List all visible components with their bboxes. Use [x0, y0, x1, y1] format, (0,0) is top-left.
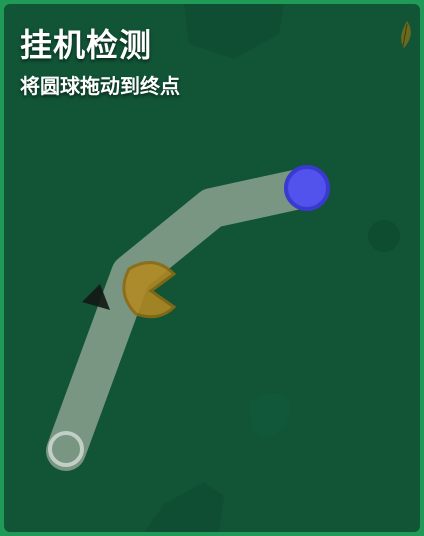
page-title: 挂机检测	[20, 26, 153, 64]
draggable-ball[interactable]	[284, 165, 330, 211]
bg-decoration-mid	[249, 392, 290, 438]
pacman-obstacle	[122, 261, 177, 319]
bg-decoration-top	[184, 4, 284, 59]
bg-decoration-bottom	[144, 482, 224, 532]
instruction-text: 将圆球拖动到终点	[20, 74, 180, 98]
leaf-icon	[401, 21, 411, 48]
captcha-frame: 挂机检测 将圆球拖动到终点	[0, 0, 424, 536]
bg-decoration-circle	[368, 220, 400, 252]
